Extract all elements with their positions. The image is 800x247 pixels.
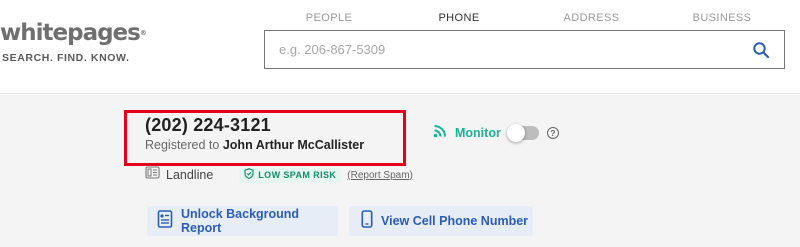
phone-meta: Landline LOW SPAM RISK (Report Spam) [145, 166, 413, 184]
search-tabs: PEOPLE PHONE ADDRESS BUSINESS [264, 8, 800, 32]
monitor-toggle[interactable] [506, 124, 539, 142]
landline-icon [145, 165, 160, 185]
logo-wordmark: whitepages® [0, 20, 147, 46]
unlock-background-report-button[interactable]: Unlock Background Report [147, 206, 338, 236]
view-cell-phone-button[interactable]: View Cell Phone Number [349, 206, 533, 236]
logo-tagline: SEARCH. FIND. KNOW. [2, 52, 130, 64]
tab-address[interactable]: ADDRESS [524, 8, 659, 32]
registered-name[interactable]: John Arthur McCallister [223, 138, 364, 152]
report-spam-link[interactable]: (Report Spam) [347, 170, 413, 181]
spam-risk-label: LOW SPAM RISK [258, 170, 337, 180]
report-icon [157, 209, 173, 233]
line-type: Landline [166, 168, 214, 182]
search-icon[interactable] [752, 41, 770, 59]
toggle-knob [506, 124, 525, 142]
unlock-report-label: Unlock Background Report [181, 207, 300, 235]
monitor-control: Monitor ? [433, 124, 559, 142]
rss-icon [433, 124, 447, 143]
registered-to: Registered to John Arthur McCallister [145, 138, 364, 152]
header: whitepages® SEARCH. FIND. KNOW. PEOPLE P… [0, 0, 800, 94]
whitepages-logo[interactable]: whitepages® SEARCH. FIND. KNOW. [0, 20, 147, 64]
shield-icon [244, 166, 254, 184]
tab-phone[interactable]: PHONE [394, 8, 524, 32]
search-input[interactable] [265, 31, 745, 68]
help-icon[interactable]: ? [546, 127, 559, 139]
tab-business[interactable]: BUSINESS [659, 8, 785, 32]
tab-people[interactable]: PEOPLE [264, 8, 394, 32]
cell-phone-icon [361, 209, 373, 233]
view-cell-label: View Cell Phone Number [381, 214, 529, 228]
search-box [264, 30, 785, 69]
phone-number: (202) 224-3121 [145, 115, 271, 135]
registered-prefix: Registered to [145, 138, 220, 152]
spam-risk-badge: LOW SPAM RISK [239, 166, 342, 184]
monitor-label: Monitor [455, 126, 501, 140]
